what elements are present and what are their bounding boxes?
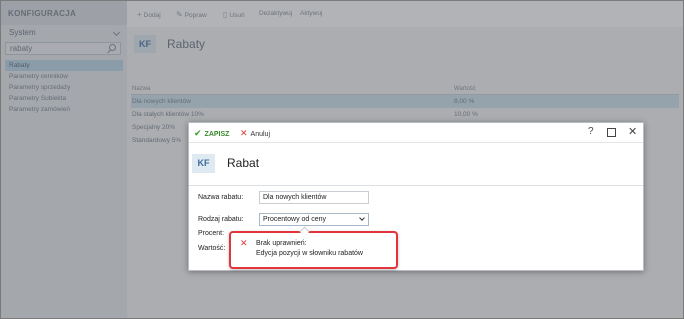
cross-icon: ✕	[240, 128, 248, 138]
error-message: Edycja pozycji w słowniku rabatów	[256, 250, 363, 257]
dialog-badge: KF	[192, 154, 215, 173]
save-button-label: ZAPISZ	[204, 131, 230, 138]
value-label: Wartość:	[198, 245, 226, 252]
error-cross-icon: ✕	[240, 238, 248, 248]
check-icon: ✔	[194, 128, 202, 138]
error-title: Brak uprawnień:	[256, 240, 307, 247]
chevron-down-icon	[359, 215, 365, 221]
dialog-toolbar: ✔ ZAPISZ ✕ Anuluj ? ✕	[189, 123, 643, 143]
discount-name-field[interactable]: Dla nowych klientów	[259, 191, 369, 204]
question-icon[interactable]: ?	[588, 126, 594, 137]
permission-error-tooltip: ✕ Brak uprawnień: Edycja pozycji w słown…	[229, 226, 398, 269]
discount-type-label: Rodzaj rabatu:	[198, 216, 244, 223]
discount-type-value: Procentowy od ceny	[263, 216, 327, 223]
dialog-header: KF Rabat	[189, 144, 643, 186]
save-button[interactable]: ✔ ZAPISZ	[194, 128, 229, 139]
cancel-button-label: Anuluj	[250, 131, 271, 138]
cancel-button[interactable]: ✕ Anuluj	[240, 128, 270, 139]
app-window: KONFIGURACJA System rabaty Rabaty Parame…	[0, 0, 684, 319]
dialog-title: Rabat	[227, 156, 260, 170]
percent-label: Procent:	[198, 230, 225, 237]
close-icon[interactable]: ✕	[628, 125, 637, 138]
maximize-icon[interactable]	[607, 128, 616, 137]
discount-name-label: Nazwa rabatu:	[198, 194, 244, 201]
discount-type-select[interactable]: Procentowy od ceny	[259, 213, 369, 226]
